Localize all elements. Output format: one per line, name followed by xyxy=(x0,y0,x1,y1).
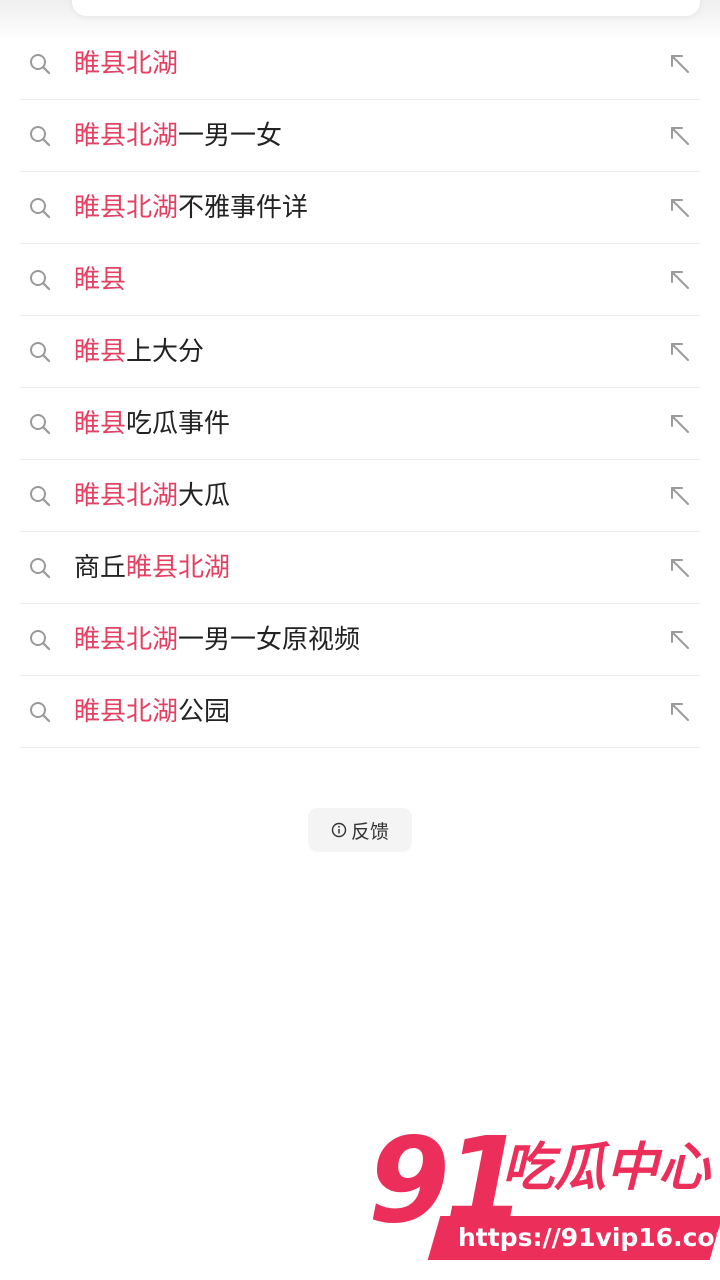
suggestion-text: 睢县北湖一男一女原视频 xyxy=(74,622,360,658)
suggestion-text-highlight: 睢县北湖 xyxy=(126,553,231,583)
suggestion-text-highlight: 睢县北湖 xyxy=(74,697,179,727)
arrow-up-left-icon[interactable] xyxy=(668,340,692,364)
search-icon xyxy=(28,700,52,724)
search-icon xyxy=(28,484,52,508)
arrow-up-left-icon[interactable] xyxy=(668,52,692,76)
suggestion-text-highlight: 睢县北湖 xyxy=(74,49,179,79)
suggestion-item[interactable]: 睢县北湖一男一女原视频 xyxy=(20,604,700,676)
suggestion-text-highlight: 睢县 xyxy=(74,337,127,367)
arrow-up-left-icon[interactable] xyxy=(668,700,692,724)
suggestion-list: 睢县北湖 睢县北湖一男一女 睢县北湖不雅事件详 睢县 睢县上大分 睢县吃瓜事件 睢县北湖大瓜… xyxy=(20,28,700,748)
suggestion-text-highlight: 睢县 xyxy=(74,265,127,295)
suggestion-item[interactable]: 商丘睢县北湖 xyxy=(20,532,700,604)
arrow-up-left-icon[interactable] xyxy=(668,412,692,436)
suggestion-text-suffix: 不雅事件详 xyxy=(178,193,309,223)
suggestion-text: 睢县北湖一男一女 xyxy=(74,118,282,154)
search-icon xyxy=(28,52,52,76)
suggestion-item[interactable]: 睢县北湖公园 xyxy=(20,676,700,748)
suggestion-text-highlight: 睢县北湖 xyxy=(74,481,179,511)
feedback-label: 反馈 xyxy=(350,820,389,843)
suggestion-item[interactable]: 睢县北湖不雅事件详 xyxy=(20,172,700,244)
search-icon xyxy=(28,628,52,652)
search-input[interactable] xyxy=(72,0,700,16)
watermark-title: 吃瓜中心 xyxy=(502,1138,711,1198)
suggestion-item[interactable]: 睢县北湖大瓜 xyxy=(20,460,700,532)
arrow-up-left-icon[interactable] xyxy=(668,124,692,148)
search-icon xyxy=(28,412,52,436)
suggestion-text-highlight: 睢县北湖 xyxy=(74,193,179,223)
suggestion-text-prefix: 商丘 xyxy=(74,553,127,583)
feedback-button[interactable]: 反馈 xyxy=(308,808,412,852)
suggestion-text: 睢县 xyxy=(74,262,126,298)
suggestion-text-suffix: 一男一女 xyxy=(178,121,283,151)
arrow-up-left-icon[interactable] xyxy=(668,628,692,652)
search-icon xyxy=(28,268,52,292)
suggestion-text: 睢县北湖公园 xyxy=(74,694,230,730)
suggestion-text: 睢县吃瓜事件 xyxy=(74,406,230,442)
suggestion-item[interactable]: 睢县上大分 xyxy=(20,316,700,388)
watermark-url: https://91vip16.com xyxy=(458,1223,720,1252)
suggestion-text: 睢县北湖 xyxy=(74,46,178,82)
suggestion-text: 睢县北湖不雅事件详 xyxy=(74,190,308,226)
arrow-up-left-icon[interactable] xyxy=(668,556,692,580)
search-icon xyxy=(28,556,52,580)
suggestion-text-highlight: 睢县北湖 xyxy=(74,121,179,151)
suggestion-text: 睢县上大分 xyxy=(74,334,204,370)
search-suggestions-page: 睢县北湖 睢县北湖一男一女 睢县北湖不雅事件详 睢县 睢县上大分 睢县吃瓜事件 睢县北湖大瓜… xyxy=(0,0,720,1280)
suggestion-text-highlight: 睢县 xyxy=(74,409,127,439)
suggestion-text-suffix: 上大分 xyxy=(126,337,205,367)
suggestion-item[interactable]: 睢县北湖一男一女 xyxy=(20,100,700,172)
suggestion-item[interactable]: 睢县 xyxy=(20,244,700,316)
search-icon xyxy=(28,340,52,364)
suggestion-item[interactable]: 睢县吃瓜事件 xyxy=(20,388,700,460)
suggestion-text-highlight: 睢县北湖 xyxy=(74,625,179,655)
watermark-logo: 91 吃瓜中心 https://91vip16.com xyxy=(362,1120,720,1274)
info-circle-icon xyxy=(331,822,347,838)
search-icon xyxy=(28,196,52,220)
suggestion-text: 商丘睢县北湖 xyxy=(74,550,230,586)
arrow-up-left-icon[interactable] xyxy=(668,196,692,220)
suggestion-item[interactable]: 睢县北湖 xyxy=(20,28,700,100)
suggestion-text: 睢县北湖大瓜 xyxy=(74,478,230,514)
suggestion-text-suffix: 大瓜 xyxy=(178,481,231,511)
suggestion-text-suffix: 吃瓜事件 xyxy=(126,409,231,439)
suggestion-text-suffix: 一男一女原视频 xyxy=(178,625,361,655)
arrow-up-left-icon[interactable] xyxy=(668,268,692,292)
suggestion-text-suffix: 公园 xyxy=(178,697,231,727)
search-icon xyxy=(28,124,52,148)
arrow-up-left-icon[interactable] xyxy=(668,484,692,508)
